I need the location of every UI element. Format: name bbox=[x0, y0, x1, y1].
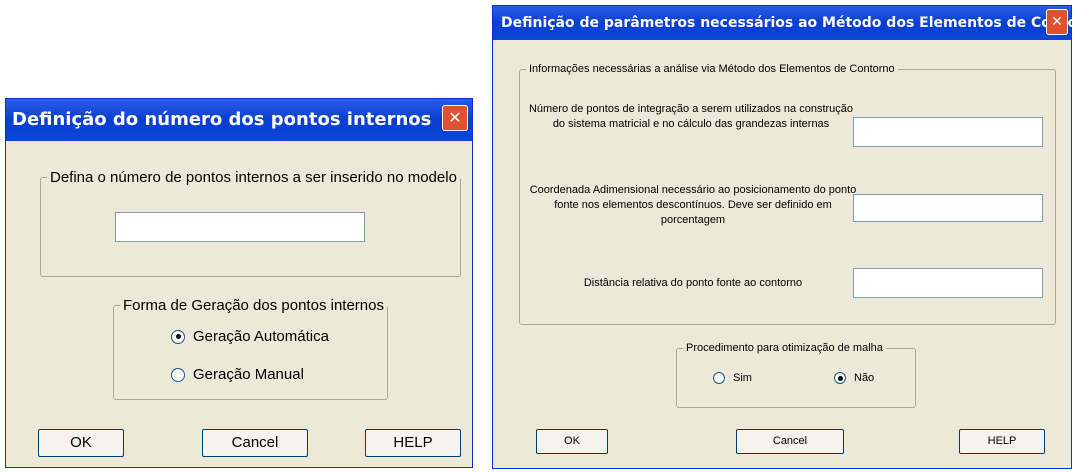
integration-points-input[interactable] bbox=[853, 117, 1043, 147]
radio-label: Sim bbox=[733, 372, 752, 384]
help-button[interactable]: HELP bbox=[959, 429, 1045, 454]
generation-mode-legend: Forma de Geração dos pontos internos bbox=[123, 297, 384, 314]
ok-button[interactable]: OK bbox=[38, 429, 124, 457]
close-button[interactable]: ✕ bbox=[442, 105, 468, 131]
radio-label: Não bbox=[854, 372, 875, 384]
source-point-distance-input[interactable] bbox=[853, 268, 1043, 298]
radio-label: Geração Automática bbox=[193, 328, 329, 345]
dialog-title: Definição de parâmetros necessários ao M… bbox=[501, 15, 1075, 31]
dimensionless-coordinate-input[interactable] bbox=[853, 194, 1043, 222]
internal-points-dialog: Definição do número dos pontos internos … bbox=[5, 98, 473, 468]
radio-button-selected-icon bbox=[834, 372, 846, 384]
radio-manual-generation[interactable]: Geração Manual bbox=[171, 366, 304, 383]
mesh-optimization-group: Procedimento para otimização de malha bbox=[676, 342, 916, 408]
bem-info-legend: Informações necessárias a análise via Mé… bbox=[529, 63, 895, 75]
radio-automatic-generation[interactable]: Geração Automática bbox=[171, 328, 329, 345]
ok-button[interactable]: OK bbox=[536, 429, 608, 454]
dimensionless-coordinate-label: Coordenada Adimensional necessário ao po… bbox=[529, 184, 857, 226]
radio-button-icon bbox=[171, 367, 185, 382]
points-count-input[interactable] bbox=[115, 212, 365, 242]
boundary-element-parameters-dialog: Definição de parâmetros necessários ao M… bbox=[492, 5, 1075, 469]
radio-button-icon bbox=[713, 372, 725, 384]
title-bar[interactable]: Definição de parâmetros necessários ao M… bbox=[493, 6, 1075, 40]
radio-button-selected-icon bbox=[171, 329, 185, 344]
close-button[interactable]: ✕ bbox=[1046, 9, 1068, 35]
radio-nao[interactable]: Não bbox=[834, 372, 874, 384]
cancel-button[interactable]: Cancel bbox=[736, 429, 844, 454]
points-count-legend: Defina o número de pontos internos a ser… bbox=[50, 169, 457, 186]
source-point-distance-label: Distância relativa do ponto fonte ao con… bbox=[583, 277, 803, 289]
integration-points-label: Número de pontos de integração a serem u… bbox=[528, 103, 854, 130]
generation-mode-group: Forma de Geração dos pontos internos bbox=[113, 297, 388, 400]
cancel-button[interactable]: Cancel bbox=[202, 429, 308, 457]
help-button[interactable]: HELP bbox=[365, 429, 461, 457]
radio-label: Geração Manual bbox=[193, 366, 304, 383]
title-bar[interactable]: Definição do número dos pontos internos … bbox=[6, 99, 472, 141]
dialog-title: Definição do número dos pontos internos bbox=[12, 109, 432, 130]
radio-sim[interactable]: Sim bbox=[713, 372, 752, 384]
mesh-optimization-legend: Procedimento para otimização de malha bbox=[686, 342, 883, 354]
